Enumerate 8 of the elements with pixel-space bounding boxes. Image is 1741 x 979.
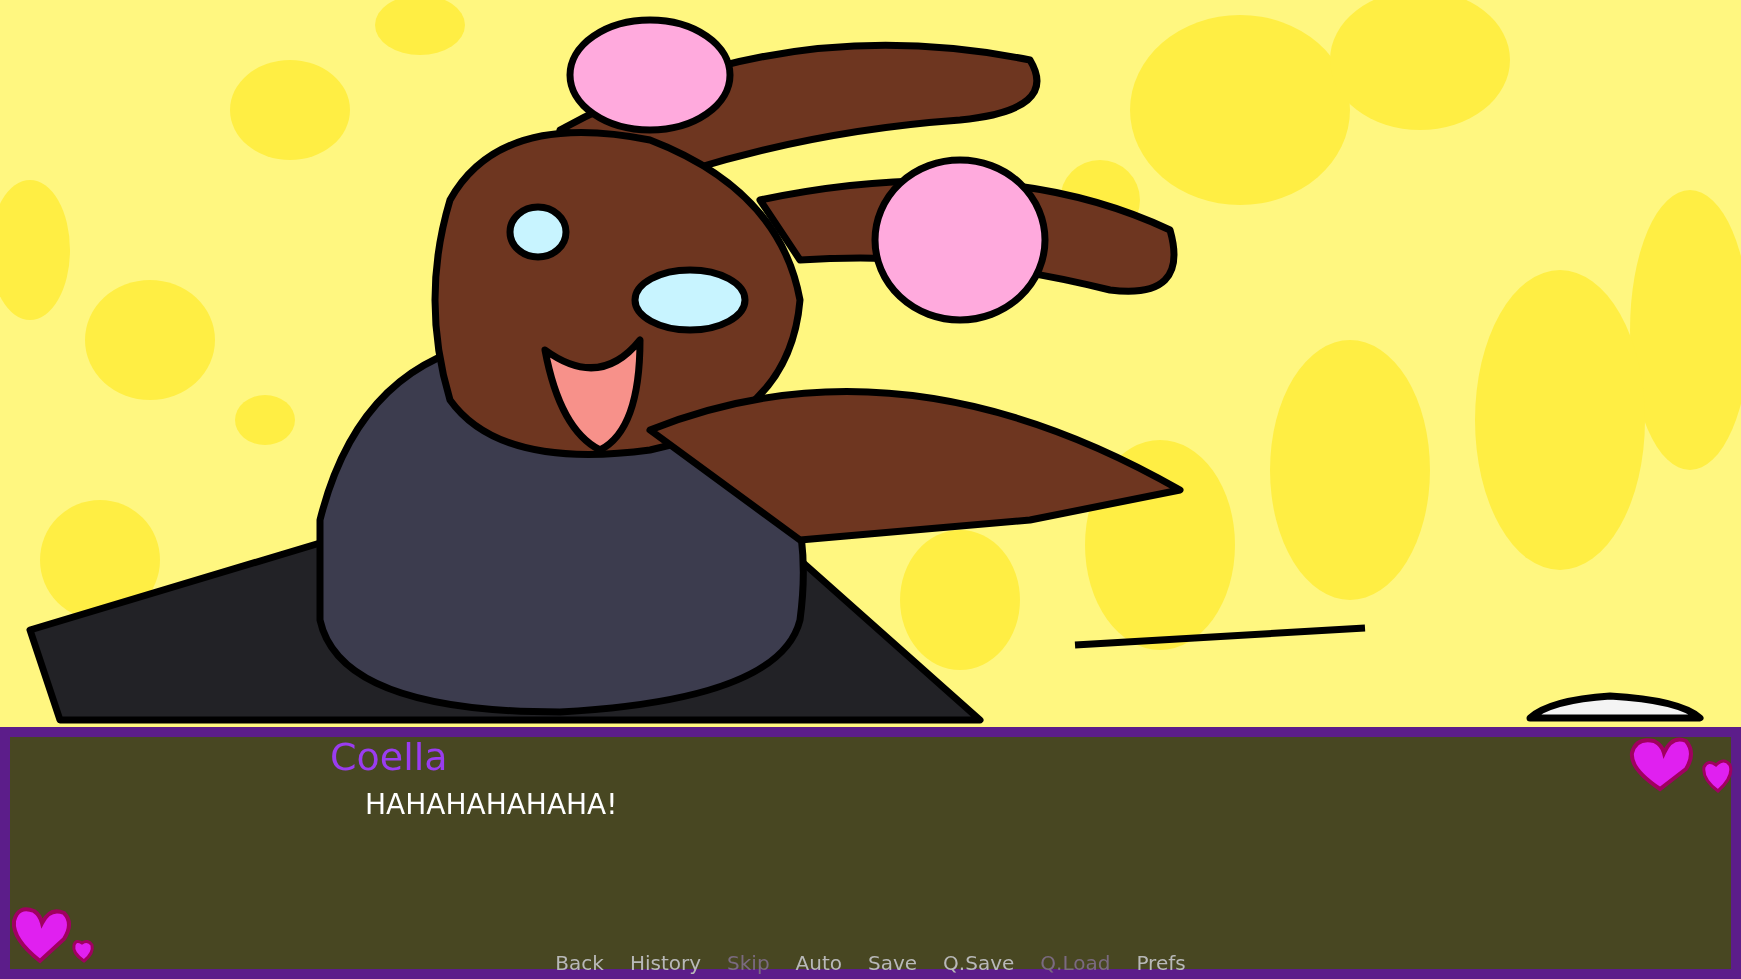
quick-menu-button[interactable]: Q.Save — [943, 950, 1015, 976]
quick-menu-button[interactable]: Auto — [795, 950, 842, 976]
dialogue-text: HAHAHAHAHAHA! — [365, 787, 618, 823]
quick-menu-button[interactable]: History — [629, 950, 702, 976]
quick-menu-button[interactable]: Prefs — [1136, 950, 1186, 976]
quick-menu-button[interactable]: Back — [555, 950, 604, 976]
quick-menu-button[interactable]: Save — [868, 950, 918, 976]
speaker-name: Coella — [330, 734, 448, 781]
